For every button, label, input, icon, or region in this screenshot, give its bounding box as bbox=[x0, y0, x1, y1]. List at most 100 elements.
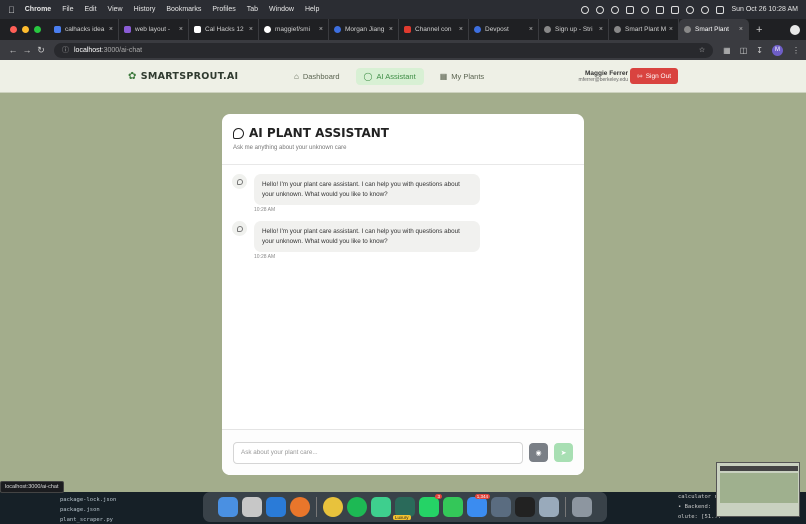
wifi-icon[interactable] bbox=[686, 5, 695, 14]
app-icon[interactable] bbox=[539, 497, 559, 517]
camera-icon: ◉ bbox=[535, 449, 542, 457]
close-tab-icon[interactable]: × bbox=[249, 26, 253, 33]
tab-search-icon[interactable] bbox=[790, 24, 800, 35]
forward-icon[interactable]: → bbox=[20, 45, 34, 55]
sign-out-button[interactable]: ⇰ Sign Out bbox=[630, 68, 678, 84]
minimize-window-button[interactable] bbox=[22, 26, 29, 33]
grid-icon: ▦ bbox=[439, 71, 448, 81]
menu-edit[interactable]: Edit bbox=[84, 6, 96, 13]
whatsapp-icon[interactable]: 3 bbox=[419, 494, 442, 517]
close-tab-icon[interactable]: × bbox=[669, 26, 673, 33]
spotify-icon[interactable] bbox=[347, 497, 367, 517]
favicon-icon bbox=[544, 26, 551, 33]
app-icon[interactable] bbox=[515, 497, 535, 517]
chat-bubble-icon: ◯ bbox=[363, 71, 373, 81]
trash-icon[interactable] bbox=[572, 497, 592, 517]
new-tab-icon[interactable]: + bbox=[749, 24, 769, 36]
back-icon[interactable]: ← bbox=[6, 45, 20, 55]
nav-ai-assistant[interactable]: ◯ AI Assistant bbox=[355, 67, 424, 85]
browser-tab[interactable]: web layout - × bbox=[119, 19, 189, 40]
chat-input[interactable] bbox=[233, 441, 523, 464]
close-window-button[interactable] bbox=[10, 26, 17, 33]
docs-favicon-icon bbox=[54, 26, 61, 33]
browser-tab[interactable]: Channel con × bbox=[399, 19, 469, 40]
menu-tab[interactable]: Tab bbox=[247, 6, 258, 13]
sprout-icon: ✿ bbox=[128, 70, 137, 82]
control-center-icon[interactable] bbox=[716, 5, 725, 14]
mail-icon[interactable]: 1,344 bbox=[467, 494, 490, 517]
status-icon[interactable] bbox=[581, 5, 590, 14]
app-icon[interactable] bbox=[491, 497, 511, 517]
profile-avatar[interactable]: M bbox=[772, 44, 783, 56]
browser-tab[interactable]: Morgan Jiang × bbox=[329, 19, 399, 40]
more-menu-icon[interactable]: ⋮ bbox=[792, 46, 800, 55]
close-tab-icon[interactable]: × bbox=[109, 26, 113, 33]
browser-toolbar: ← → ↻ ⓘ localhost:3000/ai-chat ☆ ▦ ◫ ↧ M… bbox=[0, 40, 806, 60]
bluetooth-icon[interactable] bbox=[641, 5, 650, 14]
close-tab-icon[interactable]: × bbox=[739, 26, 743, 33]
browser-tab[interactable]: maggief/smi × bbox=[259, 19, 329, 40]
assistant-message: Hello! I'm your plant care assistant. I … bbox=[232, 221, 480, 252]
search-icon[interactable] bbox=[701, 5, 710, 14]
camera-button[interactable]: ◉ bbox=[529, 443, 548, 462]
reload-icon[interactable]: ↻ bbox=[34, 45, 48, 56]
send-button[interactable]: ➤ bbox=[554, 443, 573, 462]
firefox-icon[interactable] bbox=[290, 497, 310, 517]
close-tab-icon[interactable]: × bbox=[319, 26, 323, 33]
sidebar-icon[interactable]: ◫ bbox=[740, 46, 748, 55]
nav-ai-assistant-label: AI Assistant bbox=[376, 71, 416, 81]
file-item[interactable]: plant_scraper.py bbox=[60, 515, 116, 524]
close-tab-icon[interactable]: × bbox=[389, 26, 393, 33]
file-item[interactable]: package.json bbox=[60, 505, 116, 515]
menu-help[interactable]: Help bbox=[305, 6, 319, 13]
close-tab-icon[interactable]: × bbox=[599, 26, 603, 33]
app-icon[interactable] bbox=[371, 497, 391, 517]
status-icon[interactable] bbox=[626, 5, 635, 14]
menu-bookmarks[interactable]: Bookmarks bbox=[166, 6, 201, 13]
app-icon[interactable]: Luxury bbox=[393, 497, 415, 520]
zoom-window-button[interactable] bbox=[34, 26, 41, 33]
menu-window[interactable]: Window bbox=[269, 6, 294, 13]
finder-icon[interactable] bbox=[218, 497, 238, 517]
browser-tab-active[interactable]: Smart Plant × bbox=[679, 19, 749, 40]
apple-menu-icon[interactable]:  bbox=[8, 5, 15, 15]
menu-app-name[interactable]: Chrome bbox=[25, 6, 51, 13]
tab-title: web layout - bbox=[135, 26, 171, 33]
youtube-favicon-icon bbox=[404, 26, 411, 33]
app-logo[interactable]: ✿ SMARTSPROUT.AI bbox=[128, 71, 238, 82]
nav-dashboard-label: Dashboard bbox=[302, 71, 340, 81]
close-tab-icon[interactable]: × bbox=[179, 26, 183, 33]
bookmark-star-icon[interactable]: ☆ bbox=[699, 46, 705, 54]
notification-badge: 1,344 bbox=[474, 494, 490, 499]
address-bar[interactable]: ⓘ localhost:3000/ai-chat ☆ bbox=[54, 42, 714, 58]
menu-history[interactable]: History bbox=[134, 6, 156, 13]
vscode-icon[interactable] bbox=[266, 497, 286, 517]
chat-bubble-icon bbox=[233, 127, 244, 139]
browser-tab[interactable]: Smart Plant M × bbox=[609, 19, 679, 40]
download-icon[interactable]: ↧ bbox=[756, 46, 763, 55]
browser-tab[interactable]: calhacks idea × bbox=[49, 19, 119, 40]
status-icon[interactable] bbox=[596, 5, 605, 14]
menu-profiles[interactable]: Profiles bbox=[212, 6, 235, 13]
chrome-icon[interactable] bbox=[323, 497, 343, 517]
keyboard-icon[interactable] bbox=[656, 5, 665, 14]
screenshot-thumbnail[interactable] bbox=[716, 462, 800, 517]
launchpad-icon[interactable] bbox=[242, 497, 262, 517]
status-icon[interactable] bbox=[611, 5, 620, 14]
clock[interactable]: Sun Oct 26 10:28 AM bbox=[731, 6, 798, 13]
browser-tab[interactable]: Devpost × bbox=[469, 19, 539, 40]
extensions-icon[interactable]: ▦ bbox=[723, 46, 731, 55]
messages-icon[interactable] bbox=[443, 497, 463, 517]
browser-tab[interactable]: Sign up - Stri × bbox=[539, 19, 609, 40]
file-item[interactable]: package-lock.json bbox=[60, 495, 116, 505]
notification-badge: 3 bbox=[435, 494, 442, 499]
site-info-icon[interactable]: ⓘ bbox=[62, 45, 69, 55]
menu-file[interactable]: File bbox=[62, 6, 73, 13]
close-tab-icon[interactable]: × bbox=[529, 26, 533, 33]
nav-dashboard[interactable]: ⌂ Dashboard bbox=[286, 68, 348, 85]
browser-tab[interactable]: Cal Hacks 12 × bbox=[189, 19, 259, 40]
close-tab-icon[interactable]: × bbox=[459, 26, 463, 33]
menu-view[interactable]: View bbox=[108, 6, 123, 13]
nav-my-plants[interactable]: ▦ My Plants bbox=[432, 68, 493, 85]
battery-icon[interactable] bbox=[671, 5, 680, 14]
